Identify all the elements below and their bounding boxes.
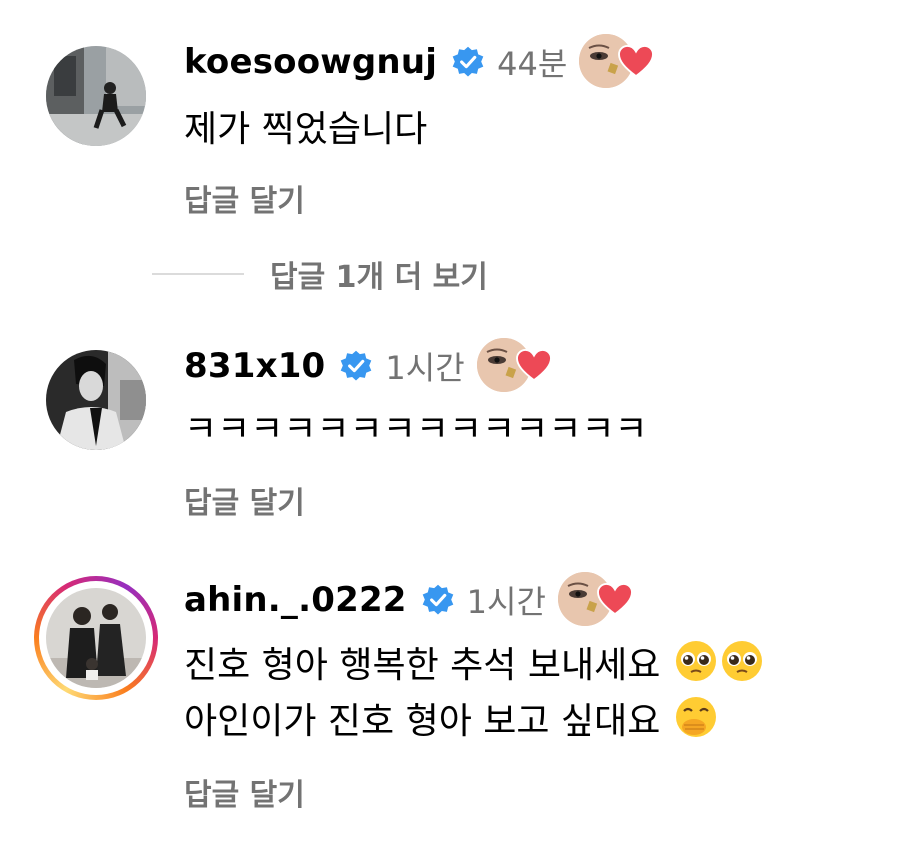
verified-badge-icon xyxy=(421,583,455,617)
face-with-hand-over-mouth-emoji xyxy=(675,697,716,737)
avatar[interactable] xyxy=(46,350,146,450)
comment-text: 제가 찍었습니다 xyxy=(184,109,428,150)
timestamp[interactable]: 1시간 xyxy=(467,577,546,623)
divider-line xyxy=(152,273,244,275)
comment-text-line-2: 아인이가 진호 형아 보고 싶대요 xyxy=(184,701,661,742)
view-more-replies-label[interactable]: 답글 1개 더 보기 xyxy=(270,252,488,296)
verified-badge-icon xyxy=(339,349,373,383)
username[interactable]: 831x10 xyxy=(184,346,325,386)
avatar xyxy=(46,588,146,688)
comment-text: 진호 형아 행복한 추석 보내세요 아인이가 진호 형아 보고 싶대요 xyxy=(184,638,764,750)
verified-badge-icon xyxy=(451,45,485,79)
avatar-photo xyxy=(46,588,146,688)
avatar[interactable] xyxy=(46,46,146,146)
creator-liked-indicator xyxy=(579,34,663,90)
story-ring[interactable] xyxy=(34,576,158,700)
creator-liked-indicator xyxy=(476,338,561,394)
comment-meta: ahin._.0222 1시간 xyxy=(184,572,642,626)
pleading-face-emoji xyxy=(675,641,716,681)
username[interactable]: koesoowgnuj xyxy=(184,42,437,82)
view-more-replies[interactable]: 답글 1개 더 보기 xyxy=(152,252,488,296)
username[interactable]: ahin._.0222 xyxy=(184,580,407,620)
heart-icon xyxy=(515,348,552,382)
comment-text: ㅋㅋㅋㅋㅋㅋㅋㅋㅋㅋㅋㅋㅋㅋ xyxy=(184,409,648,450)
avatar-photo xyxy=(46,350,146,450)
creator-liked-indicator xyxy=(557,572,642,628)
comment-text-line: 진호 형아 행복한 추석 보내세요 xyxy=(184,638,764,694)
heart-icon xyxy=(596,582,633,616)
heart-icon xyxy=(618,44,655,78)
avatar-photo xyxy=(46,46,146,146)
timestamp[interactable]: 44분 xyxy=(497,39,567,85)
comment-meta: koesoowgnuj 44분 xyxy=(184,34,663,88)
reply-button[interactable]: 답글 달기 xyxy=(184,478,305,522)
reply-button[interactable]: 답글 달기 xyxy=(184,176,305,220)
timestamp[interactable]: 1시간 xyxy=(385,343,464,389)
comment-text-line-1: 진호 형아 행복한 추석 보내세요 xyxy=(184,645,661,686)
comment-meta: 831x10 1시간 xyxy=(184,338,561,392)
pleading-face-emoji xyxy=(721,641,762,681)
comment-text-line: 아인이가 진호 형아 보고 싶대요 xyxy=(184,694,764,750)
reply-button[interactable]: 답글 달기 xyxy=(184,770,305,814)
